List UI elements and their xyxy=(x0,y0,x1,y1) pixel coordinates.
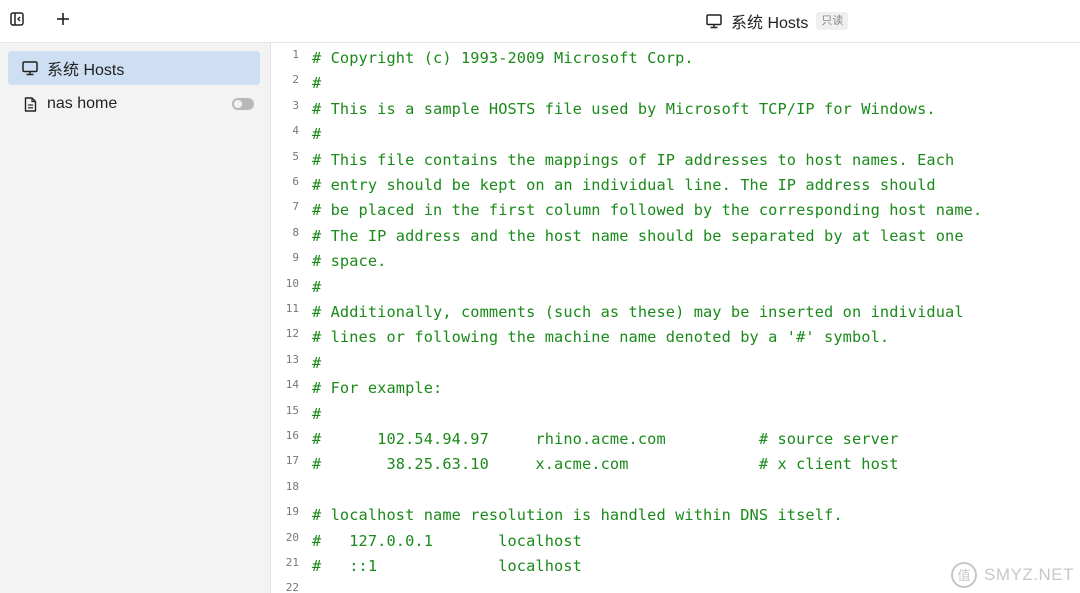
line-number: 9 xyxy=(292,251,299,265)
line-number: 11 xyxy=(285,302,299,315)
editor-line: 3 # This is a sample HOSTS file used by … xyxy=(271,94,1080,119)
editor-line: 11 # Additionally, comments (such as the… xyxy=(271,297,1080,322)
watermark: 值 SMYZ.NET xyxy=(950,561,1074,589)
code-text: # lines or following the machine name de… xyxy=(312,328,890,347)
line-number: 10 xyxy=(285,276,299,290)
monitor-icon xyxy=(706,13,723,29)
code-text: # localhost name resolution is handled w… xyxy=(312,506,843,525)
code-text: # This is a sample HOSTS file used by Mi… xyxy=(312,99,936,118)
line-number: 17 xyxy=(285,454,299,468)
toggle-knob xyxy=(234,100,242,108)
hosts-app-window: 系统 Hosts 只读 系统 Hosts nas home 1 # Copyri… xyxy=(0,0,1080,593)
line-number: 2 xyxy=(292,73,299,87)
sidebar-item-system-hosts[interactable]: 系统 Hosts xyxy=(8,51,260,85)
editor-line: 20 # 127.0.0.1 localhost xyxy=(271,526,1080,551)
sidebar-item-nas-home[interactable]: nas home xyxy=(8,87,260,121)
editor-line: 4 # xyxy=(271,119,1080,144)
readonly-badge: 只读 xyxy=(816,12,849,30)
window-title: 系统 Hosts 只读 xyxy=(706,10,849,32)
plus-icon xyxy=(56,12,70,31)
line-number: 7 xyxy=(292,200,299,214)
line-number: 20 xyxy=(285,530,299,544)
editor-line: 17 # 38.25.63.10 x.acme.com # x client h… xyxy=(271,449,1080,474)
editor-line: 6 # entry should be kept on an individua… xyxy=(271,170,1080,195)
line-number: 14 xyxy=(285,378,299,392)
code-text: # xyxy=(312,404,322,423)
line-number: 4 xyxy=(292,124,299,138)
editor-line: 5 # This file contains the mappings of I… xyxy=(271,145,1080,170)
code-text: # ::1 localhost xyxy=(312,557,582,575)
code-text: # xyxy=(312,74,322,93)
editor-line: 15 # xyxy=(271,399,1080,424)
sidebar-item-label: nas home xyxy=(47,95,118,112)
code-text: # The IP address and the host name shoul… xyxy=(312,226,964,245)
code-text: # entry should be kept on an individual … xyxy=(312,176,936,194)
editor-line: 1 # Copyright (c) 1993-2009 Microsoft Co… xyxy=(271,43,1080,68)
editor-line: 16 # 102.54.94.97 rhino.acme.com # sourc… xyxy=(271,424,1080,449)
sidebar-item-label: 系统 Hosts xyxy=(47,62,125,79)
line-number: 1 xyxy=(292,48,299,61)
hosts-editor[interactable]: 1 # Copyright (c) 1993-2009 Microsoft Co… xyxy=(271,43,1080,593)
line-number: 21 xyxy=(285,556,299,569)
editor-line: 18 xyxy=(271,475,1080,500)
sidebar: 系统 Hosts nas home xyxy=(0,43,271,593)
monitor-icon xyxy=(22,60,38,76)
watermark-logo-icon: 值 xyxy=(951,562,978,588)
code-text: # This file contains the mappings of IP … xyxy=(312,150,955,169)
editor-line: 19 # localhost name resolution is handle… xyxy=(271,500,1080,525)
toggle-sidebar-button[interactable] xyxy=(4,8,30,34)
line-number: 12 xyxy=(285,327,299,341)
editor-line: 10 # xyxy=(271,272,1080,297)
page-title: 系统 Hosts xyxy=(731,15,809,32)
code-text: # For example: xyxy=(312,379,443,398)
code-text: # 102.54.94.97 rhino.acme.com # source s… xyxy=(312,430,899,448)
line-number: 13 xyxy=(285,352,299,366)
line-number: 6 xyxy=(292,175,299,188)
top-bar: 系统 Hosts 只读 xyxy=(0,0,1080,43)
code-text: # 127.0.0.1 localhost xyxy=(312,531,582,550)
svg-text:值: 值 xyxy=(958,568,971,584)
file-icon xyxy=(22,96,38,112)
editor-line: 9 # space. xyxy=(271,246,1080,271)
code-text: # xyxy=(312,353,322,372)
code-text: # xyxy=(312,277,322,296)
code-text: # Additionally, comments (such as these)… xyxy=(312,303,964,321)
watermark-text: SMYZ.NET xyxy=(984,565,1074,584)
editor-line: 14 # For example: xyxy=(271,373,1080,398)
editor-line: 12 # lines or following the machine name… xyxy=(271,322,1080,347)
line-number: 15 xyxy=(285,403,299,417)
line-number: 18 xyxy=(285,479,299,493)
code-text: # 38.25.63.10 x.acme.com # x client host xyxy=(312,455,899,474)
code-text: # xyxy=(312,125,322,144)
nas-home-toggle[interactable] xyxy=(232,98,254,110)
code-text: # Copyright (c) 1993-2009 Microsoft Corp… xyxy=(312,49,694,67)
line-number: 8 xyxy=(292,225,299,239)
add-hosts-button[interactable] xyxy=(50,8,76,34)
line-number: 3 xyxy=(292,98,299,112)
editor-line: 2 # xyxy=(271,68,1080,93)
line-number: 16 xyxy=(285,429,299,442)
code-text: # space. xyxy=(312,252,387,271)
editor-line: 7 # be placed in the first column follow… xyxy=(271,195,1080,220)
line-number: 22 xyxy=(285,581,299,593)
editor-line: 13 # xyxy=(271,348,1080,373)
code-text: # be placed in the first column followed… xyxy=(312,201,983,220)
editor-line: 8 # The IP address and the host name sho… xyxy=(271,221,1080,246)
sidebar-toggle-icon xyxy=(10,11,24,31)
line-number: 19 xyxy=(285,505,299,519)
line-number: 5 xyxy=(292,149,299,163)
